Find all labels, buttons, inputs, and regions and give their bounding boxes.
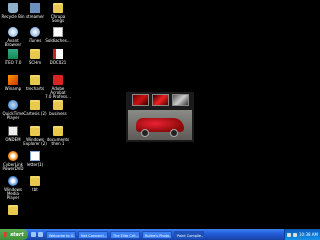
car-thumbnail[interactable] [131, 94, 149, 106]
car-thumbnail[interactable] [151, 94, 169, 106]
application-icon [8, 49, 18, 59]
thumbnail-strip [128, 94, 192, 108]
folder-icon [30, 49, 40, 59]
folder-icon [8, 205, 18, 215]
browser-icon [8, 27, 18, 37]
folder-icon [30, 176, 40, 186]
windows-logo-icon [4, 232, 10, 237]
folder-icon [53, 3, 63, 13]
taskbar-button-photo[interactable]: Ruthe's Photo... [142, 230, 172, 239]
media-player-icon [8, 176, 18, 186]
pdf-document-icon [53, 49, 63, 59]
desktop-icon-doc021[interactable]: DOC021 [45, 49, 71, 65]
desktop: Recycle Bin streamer Chrupa Songs Avant … [0, 0, 320, 229]
desktop-icon-letter[interactable]: letter(1) [22, 151, 48, 167]
acrobat-icon [53, 75, 63, 85]
show-desktop-icon[interactable] [38, 232, 43, 237]
document-icon [30, 151, 40, 161]
desktop-icon-soldiaches[interactable]: Soldiaches... [45, 27, 71, 43]
desktop-icon-documents[interactable]: documents then 1 [45, 126, 71, 146]
folder-icon [30, 75, 40, 85]
browser-icon[interactable] [31, 232, 36, 237]
taskbar: start Welcome to G... Net Connecti... Th… [0, 229, 320, 240]
car-wheel [170, 129, 178, 137]
car-wheel [141, 129, 149, 137]
folder-icon [30, 100, 40, 110]
volume-icon[interactable] [287, 232, 291, 237]
photo-gallery-widget [126, 92, 194, 142]
start-label: start [10, 231, 24, 238]
desktop-icon-folder[interactable] [0, 205, 26, 217]
car-thumbnail[interactable] [171, 94, 189, 106]
winamp-icon [8, 75, 18, 85]
quicktime-icon [8, 100, 18, 110]
desktop-icon-tbt[interactable]: tbt [22, 176, 48, 192]
folder-icon [53, 126, 63, 136]
folder-icon [53, 100, 63, 110]
taskbar-button-elite-crit[interactable]: The Elite Crit... [110, 230, 140, 239]
system-tray: 10:38 AM [284, 229, 320, 240]
application-icon [8, 126, 18, 136]
desktop-icon-chrupa-songs[interactable]: Chrupa Songs [45, 3, 71, 23]
recycle-bin-icon [8, 3, 18, 13]
network-computer-icon [30, 3, 40, 13]
itunes-icon [30, 27, 40, 37]
taskbar-button-welcome[interactable]: Welcome to G... [46, 230, 76, 239]
clock[interactable]: 10:38 AM [299, 232, 318, 237]
desktop-icon-business[interactable]: business [45, 100, 71, 116]
quick-launch [28, 232, 46, 237]
taskbar-button-paint[interactable]: Paint Compile... [174, 230, 204, 239]
dvd-player-icon [8, 151, 18, 161]
desktop-icon-adobe-acrobat[interactable]: Adobe Acrobat 7.0 Profess... [45, 75, 71, 99]
car-photo [128, 110, 192, 140]
start-button[interactable]: start [0, 229, 28, 240]
taskbar-button-net-connections[interactable]: Net Connecti... [78, 230, 108, 239]
network-icon[interactable] [293, 232, 297, 237]
folder-icon [30, 126, 40, 136]
document-icon [53, 27, 63, 37]
